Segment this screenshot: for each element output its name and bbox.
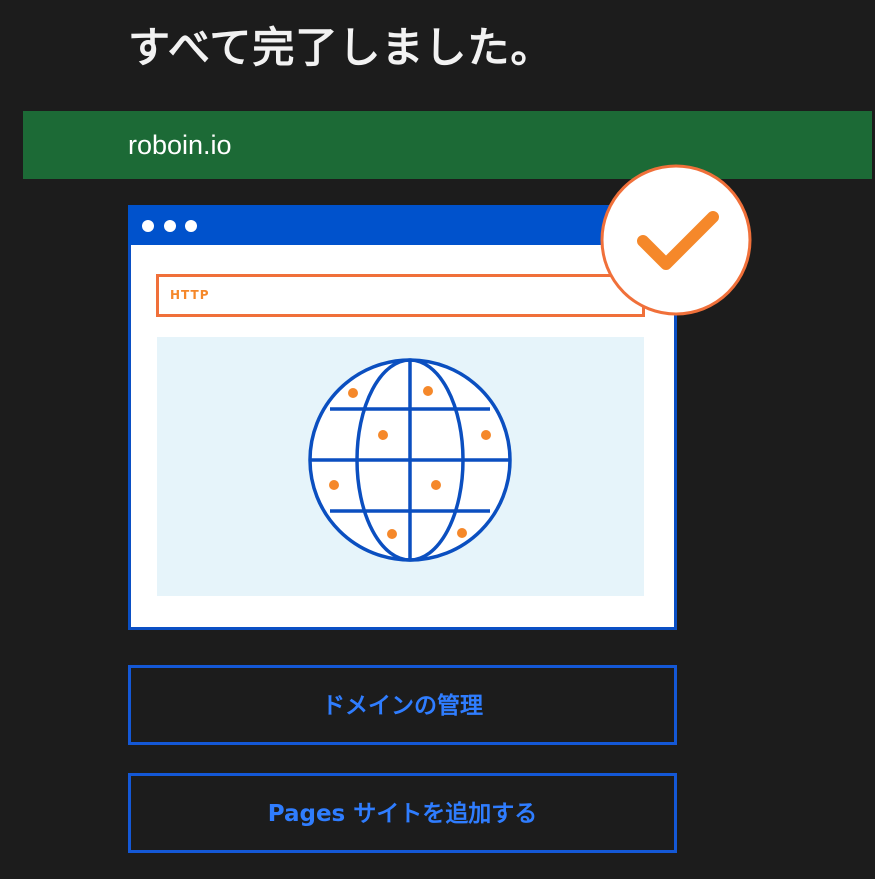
- window-title-bar: [128, 205, 677, 245]
- address-bar: [156, 274, 645, 317]
- page-title: すべて完了しました。: [128, 23, 554, 72]
- add-pages-site-button[interactable]: Pages サイトを追加する: [128, 773, 677, 853]
- window-dots-icon: [142, 220, 197, 232]
- globe-icon: [308, 358, 512, 562]
- checkmark-icon: [600, 164, 752, 316]
- protocol-label: HTTP: [170, 288, 209, 302]
- manage-domain-button[interactable]: ドメインの管理: [128, 665, 677, 745]
- success-illustration: HTTP: [128, 164, 752, 630]
